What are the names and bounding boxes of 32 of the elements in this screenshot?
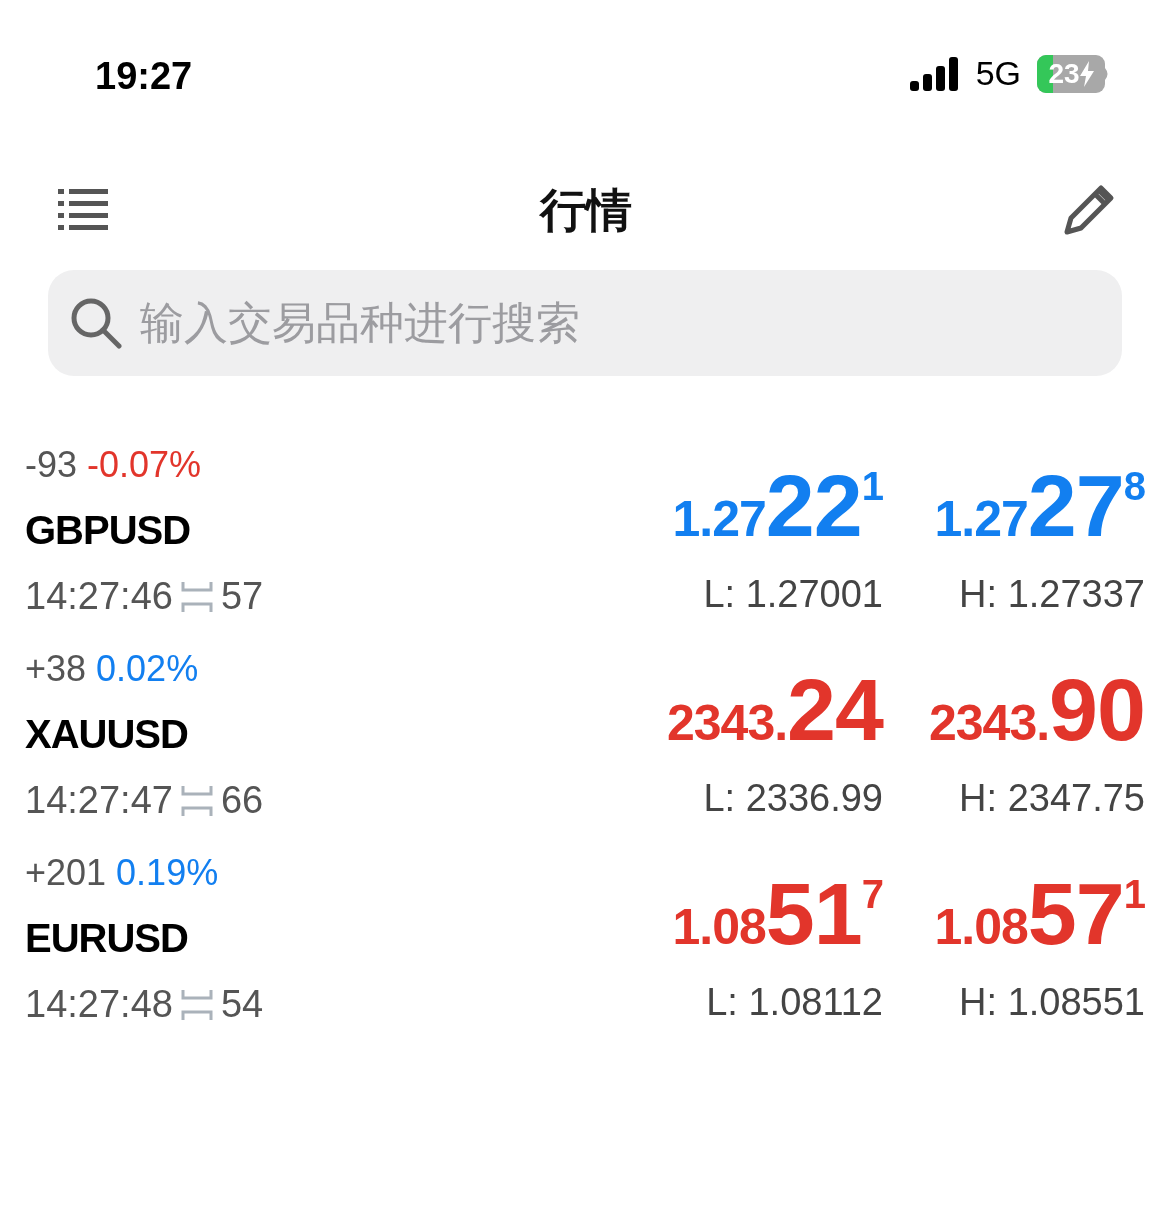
high-price: H: 1.08551: [959, 980, 1145, 1025]
symbol-name: GBPUSD: [25, 507, 192, 554]
spread-value: 66: [220, 778, 264, 823]
symbol-name: XAUUSD: [25, 711, 189, 758]
low-price: L: 1.08112: [706, 980, 883, 1025]
spread-value: 54: [220, 982, 264, 1027]
symbol-name: EURUSD: [25, 915, 189, 962]
status-time: 19:27: [95, 54, 193, 99]
network-label: 5G: [975, 53, 1021, 94]
quote-time: 14:27:47: [25, 778, 173, 823]
spread-icon: [180, 581, 213, 612]
quote-time: 14:27:46: [25, 574, 173, 619]
edit-icon[interactable]: [1063, 184, 1115, 236]
change-text: -93 -0.07%: [25, 443, 203, 487]
low-price: L: 2336.99: [703, 776, 883, 821]
high-price: H: 1.27337: [959, 572, 1145, 617]
spread-icon: [180, 989, 213, 1020]
high-price: H: 2347.75: [959, 776, 1145, 821]
low-price: L: 1.27001: [703, 572, 883, 617]
change-text: +201 0.19%: [25, 851, 220, 895]
menu-icon[interactable]: [58, 189, 108, 231]
signal-icon: [909, 56, 960, 91]
change-text: +38 0.02%: [25, 647, 200, 691]
spread-icon: [180, 785, 213, 816]
page-title: 行情: [539, 182, 632, 238]
battery-tip-icon: [1105, 67, 1110, 80]
quote-time: 14:27:48: [25, 982, 173, 1027]
bolt-icon: [1079, 60, 1094, 87]
bid-price: 2343.24: [667, 666, 883, 754]
search-field[interactable]: 输入交易品种进行搜索: [48, 270, 1122, 376]
spread-value: 57: [220, 574, 264, 619]
ask-price: 2343.90: [929, 666, 1145, 754]
